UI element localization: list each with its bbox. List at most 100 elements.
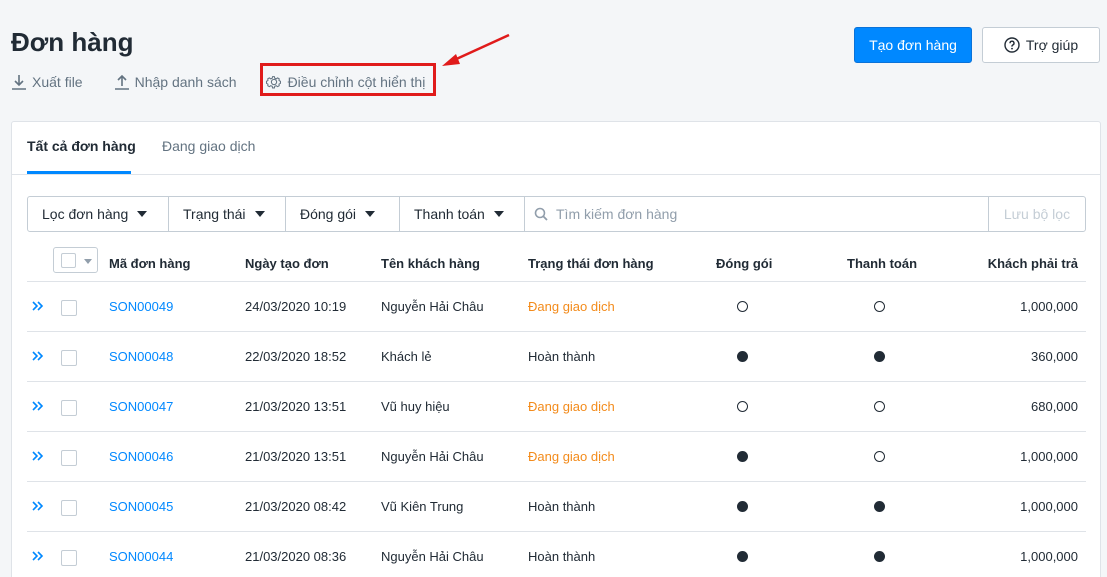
order-code-link[interactable]: SON00044 (109, 549, 173, 564)
search-icon (534, 207, 548, 221)
upload-icon (114, 74, 129, 90)
payment-filter-dropdown[interactable]: Thanh toán (400, 197, 525, 231)
order-code-link[interactable]: SON00046 (109, 449, 173, 464)
double-chevron-right-icon[interactable] (31, 499, 45, 513)
orders-card: Tất cả đơn hàng Đang giao dịch Lọc đơn h… (11, 121, 1101, 577)
order-status: Hoàn thành (528, 349, 596, 364)
order-created-date: 21/03/2020 08:42 (245, 499, 347, 514)
amount-due: 1,000,000 (1020, 499, 1078, 514)
double-chevron-right-icon[interactable] (31, 449, 45, 463)
row-checkbox[interactable] (61, 350, 77, 366)
amount-due: 360,000 (1031, 349, 1078, 364)
active-tab-indicator (27, 171, 131, 174)
caret-down-icon (493, 211, 504, 217)
column-order-code[interactable]: Mã đơn hàng (109, 256, 190, 271)
export-file-button[interactable]: Xuất file (11, 74, 83, 91)
download-icon (12, 74, 26, 90)
order-status: Đang giao dịch (528, 449, 615, 464)
customer-name: Nguyễn Hải Châu (381, 549, 484, 564)
help-button-label: Trợ giúp (1025, 37, 1079, 53)
row-checkbox[interactable] (61, 500, 77, 516)
double-chevron-right-icon[interactable] (31, 399, 45, 413)
column-created-date[interactable]: Ngày tạo đơn (245, 256, 329, 271)
packing-status-dot (737, 451, 748, 462)
help-button[interactable]: Trợ giúp (982, 27, 1100, 63)
column-packing[interactable]: Đóng gói (716, 256, 772, 271)
order-code-link[interactable]: SON00045 (109, 499, 173, 514)
table-header: Mã đơn hàng Ngày tạo đơn Tên khách hàng … (27, 246, 1086, 282)
amount-due: 680,000 (1031, 399, 1078, 414)
import-list-button[interactable]: Nhập danh sách (114, 74, 237, 91)
payment-filter-label: Thanh toán (414, 206, 485, 222)
customer-name: Vũ huy hiệu (381, 399, 450, 414)
filter-orders-dropdown[interactable]: Lọc đơn hàng (28, 197, 169, 231)
customer-name: Vũ Kiên Trung (381, 499, 464, 514)
order-status: Đang giao dịch (528, 399, 615, 414)
row-checkbox[interactable] (61, 300, 77, 316)
order-created-date: 22/03/2020 18:52 (245, 349, 347, 364)
customer-name: Nguyễn Hải Châu (381, 449, 484, 464)
double-chevron-right-icon[interactable] (31, 299, 45, 313)
table-row[interactable]: SON00048 22/03/2020 18:52 Khách lẻ Hoàn thà… (27, 332, 1086, 382)
highlight-annotation (260, 63, 436, 96)
tab-all-orders[interactable]: Tất cả đơn hàng (27, 138, 136, 154)
order-created-date: 24/03/2020 10:19 (245, 299, 347, 314)
create-order-button[interactable]: Tạo đơn hàng (854, 27, 972, 63)
status-filter-dropdown[interactable]: Trạng thái (169, 197, 286, 231)
customer-name: Nguyễn Hải Châu (381, 299, 484, 314)
filter-orders-label: Lọc đơn hàng (42, 206, 129, 222)
help-icon (1004, 37, 1020, 53)
row-checkbox[interactable] (61, 400, 77, 416)
payment-status-dot (874, 451, 885, 462)
payment-status-dot (874, 551, 885, 562)
order-created-date: 21/03/2020 13:51 (245, 449, 347, 464)
table-row[interactable]: SON00044 21/03/2020 08:36 Nguyễn Hải Châu H… (27, 532, 1086, 577)
packing-filter-dropdown[interactable]: Đóng gói (286, 197, 400, 231)
caret-down-icon (254, 211, 265, 217)
status-filter-label: Trạng thái (183, 206, 246, 222)
column-payment[interactable]: Thanh toán (847, 256, 917, 271)
caret-down-icon (84, 259, 92, 264)
payment-status-dot (874, 401, 885, 412)
order-created-date: 21/03/2020 08:36 (245, 549, 347, 564)
export-file-label: Xuất file (32, 74, 83, 90)
page-title: Đơn hàng (11, 27, 134, 57)
packing-status-dot (737, 301, 748, 312)
column-order-status[interactable]: Trạng thái đơn hàng (528, 256, 654, 271)
table-row[interactable]: SON00049 24/03/2020 10:19 Nguyễn Hải Châu Đ… (27, 282, 1086, 332)
order-search-input[interactable]: Tìm kiếm đơn hàng (525, 197, 989, 231)
order-status: Đang giao dịch (528, 299, 615, 314)
column-amount-due[interactable]: Khách phải trả (988, 256, 1078, 271)
caret-down-icon (137, 211, 148, 217)
row-checkbox[interactable] (61, 450, 77, 466)
double-chevron-right-icon[interactable] (31, 349, 45, 363)
payment-status-dot (874, 501, 885, 512)
double-chevron-right-icon[interactable] (31, 549, 45, 563)
table-row[interactable]: SON00045 21/03/2020 08:42 Vũ Kiên Trung Hoà… (27, 482, 1086, 532)
caret-down-icon (365, 211, 376, 217)
order-status: Hoàn thành (528, 499, 596, 514)
amount-due: 1,000,000 (1020, 449, 1078, 464)
save-filter-button[interactable]: Lưu bộ lọc (989, 197, 1085, 231)
order-created-date: 21/03/2020 13:51 (245, 399, 347, 414)
order-code-link[interactable]: SON00048 (109, 349, 173, 364)
packing-status-dot (737, 551, 748, 562)
select-all-checkbox[interactable] (61, 253, 76, 268)
search-placeholder: Tìm kiếm đơn hàng (556, 206, 678, 222)
packing-filter-label: Đóng gói (300, 206, 357, 222)
tab-bar: Tất cả đơn hàng Đang giao dịch (12, 122, 1100, 175)
order-code-link[interactable]: SON00049 (109, 299, 173, 314)
tab-in-progress[interactable]: Đang giao dịch (162, 138, 255, 154)
table-row[interactable]: SON00047 21/03/2020 13:51 Vũ huy hiệu Đang … (27, 382, 1086, 432)
table-row[interactable]: SON00046 21/03/2020 13:51 Nguyễn Hải Châu Đ… (27, 432, 1086, 482)
row-checkbox[interactable] (61, 550, 77, 566)
column-customer-name[interactable]: Tên khách hàng (381, 256, 480, 271)
import-list-label: Nhập danh sách (134, 74, 237, 90)
payment-status-dot (874, 351, 885, 362)
packing-status-dot (737, 401, 748, 412)
customer-name: Khách lẻ (381, 349, 432, 364)
filter-bar: Lọc đơn hàng Trạng thái Đóng gói Thanh t… (27, 196, 1086, 232)
order-status: Hoàn thành (528, 549, 596, 564)
order-code-link[interactable]: SON00047 (109, 399, 173, 414)
select-all-dropdown[interactable] (53, 247, 98, 273)
